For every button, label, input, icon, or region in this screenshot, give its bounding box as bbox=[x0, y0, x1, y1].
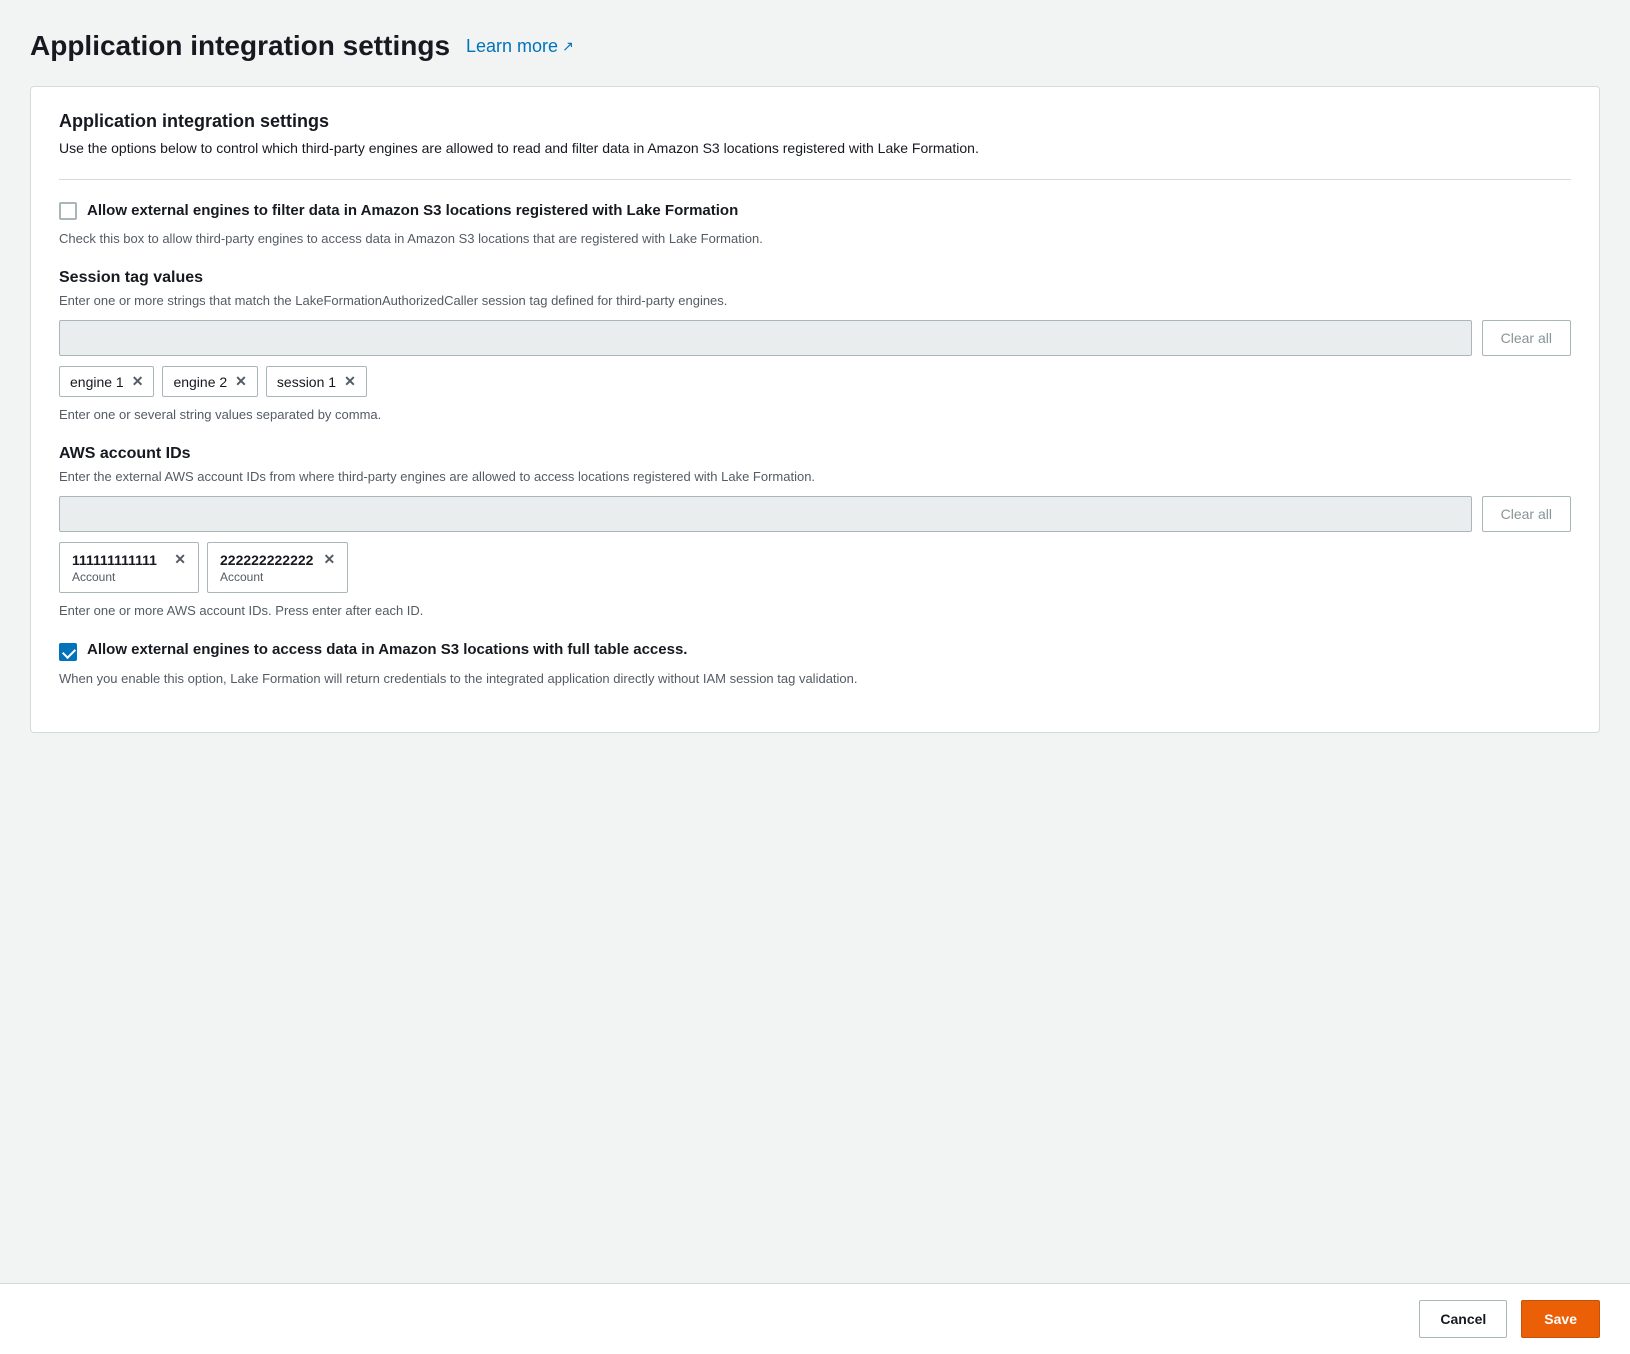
full-table-access-row: Allow external engines to access data in… bbox=[59, 641, 1571, 661]
tag-close-icon[interactable]: ✕ bbox=[132, 373, 144, 390]
tag-close-icon[interactable]: ✕ bbox=[235, 373, 247, 390]
aws-account-ids-title: AWS account IDs bbox=[59, 445, 1571, 463]
session-tag-input[interactable] bbox=[59, 320, 1472, 356]
allow-external-engines-hint: Check this box to allow third-party engi… bbox=[59, 229, 1571, 249]
allow-external-engines-label[interactable]: Allow external engines to filter data in… bbox=[87, 200, 738, 221]
tag-label: session 1 bbox=[277, 374, 336, 390]
tag-close-icon[interactable]: ✕ bbox=[344, 373, 356, 390]
list-item: session 1 ✕ bbox=[266, 366, 367, 397]
tag-close-icon[interactable]: ✕ bbox=[323, 551, 335, 568]
save-button[interactable]: Save bbox=[1521, 1300, 1600, 1338]
allow-external-engines-row: Allow external engines to filter data in… bbox=[59, 200, 1571, 221]
aws-account-ids-section: AWS account IDs Enter the external AWS a… bbox=[59, 445, 1571, 621]
account-label: Account bbox=[220, 570, 335, 584]
divider bbox=[59, 179, 1571, 180]
session-tag-title: Session tag values bbox=[59, 269, 1571, 287]
card-title: Application integration settings bbox=[59, 111, 1571, 132]
external-link-icon: ↗ bbox=[562, 38, 574, 55]
account-tags-row: 111111111111 ✕ Account 222222222222 ✕ Ac… bbox=[59, 542, 1571, 593]
account-tag-top: 222222222222 ✕ bbox=[220, 551, 335, 568]
full-table-access-label[interactable]: Allow external engines to access data in… bbox=[87, 641, 687, 658]
account-tag-top: 111111111111 ✕ bbox=[72, 551, 186, 568]
main-card: Application integration settings Use the… bbox=[30, 86, 1600, 733]
aws-account-ids-input[interactable] bbox=[59, 496, 1472, 532]
footer-spacer bbox=[30, 757, 1600, 837]
card-header: Application integration settings Use the… bbox=[59, 111, 1571, 159]
full-table-access-hint: When you enable this option, Lake Format… bbox=[59, 669, 1571, 689]
list-item: engine 1 ✕ bbox=[59, 366, 154, 397]
learn-more-label: Learn more bbox=[466, 36, 558, 57]
list-item: 111111111111 ✕ Account bbox=[59, 542, 199, 593]
aws-account-ids-hint: Enter the external AWS account IDs from … bbox=[59, 467, 1571, 487]
card-description: Use the options below to control which t… bbox=[59, 138, 1571, 159]
account-id: 222222222222 bbox=[220, 552, 313, 568]
session-tag-hint: Enter one or more strings that match the… bbox=[59, 291, 1571, 311]
session-tag-input-row: Clear all bbox=[59, 320, 1571, 356]
account-id: 111111111111 bbox=[72, 552, 157, 568]
aws-account-ids-bottom-hint: Enter one or more AWS account IDs. Press… bbox=[59, 601, 1571, 621]
allow-external-engines-checkbox[interactable] bbox=[59, 202, 77, 220]
full-table-access-checkbox[interactable] bbox=[59, 643, 77, 661]
tag-close-icon[interactable]: ✕ bbox=[174, 551, 186, 568]
list-item: 222222222222 ✕ Account bbox=[207, 542, 348, 593]
learn-more-link[interactable]: Learn more ↗ bbox=[466, 36, 574, 57]
tag-label: engine 2 bbox=[173, 374, 227, 390]
aws-account-ids-input-row: Clear all bbox=[59, 496, 1571, 532]
session-tag-clear-all-button[interactable]: Clear all bbox=[1482, 320, 1571, 356]
page-title: Application integration settings bbox=[30, 30, 450, 62]
account-label: Account bbox=[72, 570, 186, 584]
allow-external-engines-section: Allow external engines to filter data in… bbox=[59, 200, 1571, 249]
session-tag-section: Session tag values Enter one or more str… bbox=[59, 269, 1571, 425]
page-title-row: Application integration settings Learn m… bbox=[30, 30, 1600, 62]
list-item: engine 2 ✕ bbox=[162, 366, 257, 397]
session-tags-row: engine 1 ✕ engine 2 ✕ session 1 ✕ bbox=[59, 366, 1571, 397]
full-table-access-section: Allow external engines to access data in… bbox=[59, 641, 1571, 689]
footer-bar: Cancel Save bbox=[0, 1283, 1630, 1354]
tag-label: engine 1 bbox=[70, 374, 124, 390]
cancel-button[interactable]: Cancel bbox=[1419, 1300, 1507, 1338]
session-tag-bottom-hint: Enter one or several string values separ… bbox=[59, 405, 1571, 425]
aws-account-ids-clear-all-button[interactable]: Clear all bbox=[1482, 496, 1571, 532]
